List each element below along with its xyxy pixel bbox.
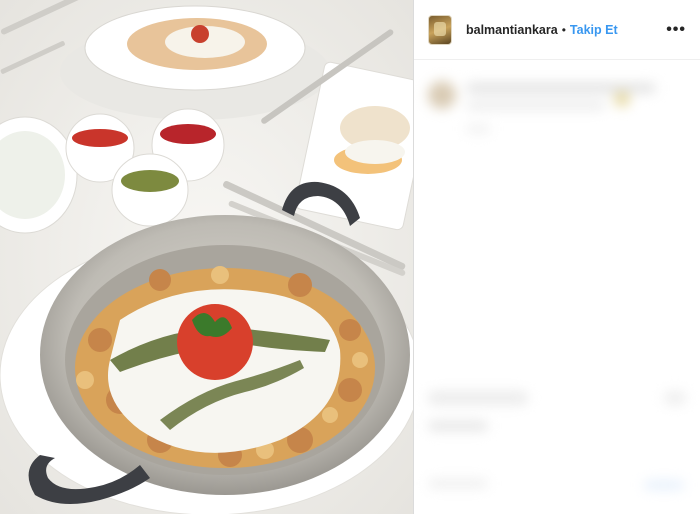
post-header: balmantiankara • Takip Et ••• <box>414 0 700 60</box>
follow-button[interactable]: Takip Et <box>570 23 618 37</box>
tomato-sauce <box>177 304 253 380</box>
avatar[interactable] <box>428 14 452 45</box>
separator-dot: • <box>561 22 566 37</box>
blurred-comments-area <box>414 61 700 514</box>
food-photo-illustration <box>0 0 413 514</box>
username[interactable]: balmantiankara <box>466 23 558 37</box>
post-sidebar: balmantiankara • Takip Et ••• <box>414 0 700 514</box>
post-photo[interactable] <box>0 0 413 514</box>
instagram-post: balmantiankara • Takip Et ••• <box>0 0 700 514</box>
more-options-icon[interactable]: ••• <box>666 21 686 39</box>
